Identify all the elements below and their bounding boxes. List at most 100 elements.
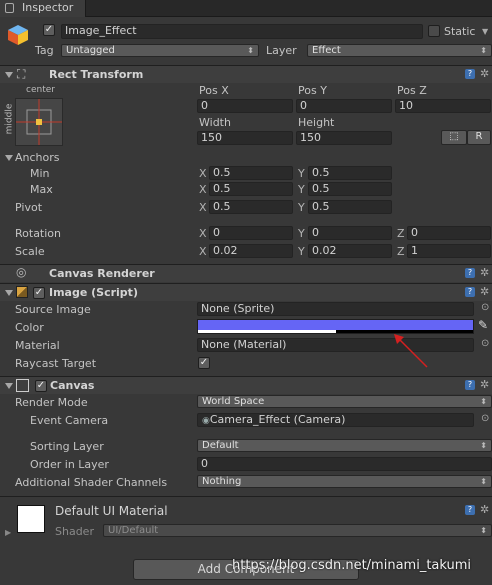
raycast-target-checkbox[interactable]: ✓ — [198, 357, 210, 369]
fold-arrow-icon[interactable] — [5, 72, 13, 78]
static-label: Static — [444, 25, 476, 38]
gear-icon[interactable]: ✲ — [480, 504, 489, 515]
anchor-h-label: center — [26, 85, 55, 95]
width-field[interactable]: 150 — [197, 131, 293, 145]
object-picker-icon[interactable]: ⊙ — [481, 302, 489, 313]
max-x-field[interactable]: 0.5 — [209, 182, 293, 196]
rect-transform-header[interactable]: ⛶ Rect Transform ? ✲ — [0, 65, 492, 83]
object-picker-icon[interactable]: ⊙ — [481, 413, 489, 424]
canvas-renderer-title: Canvas Renderer — [49, 267, 155, 280]
anchor-presets-button[interactable] — [15, 98, 63, 146]
raycast-target-label: Raycast Target — [15, 357, 97, 370]
static-dropdown-arrow-icon[interactable]: ▼ — [482, 27, 488, 36]
event-camera-field[interactable]: ◉Camera_Effect (Camera) — [197, 413, 474, 427]
posx-label: Pos X — [199, 84, 229, 97]
sorting-layer-dropdown[interactable]: Default ⬍ — [197, 439, 492, 452]
tab-inspector[interactable]: Inspector — [0, 0, 86, 17]
chevron-down-icon: ⬍ — [247, 46, 254, 55]
static-toggle[interactable] — [428, 25, 440, 37]
tab-inspector-label: Inspector — [22, 1, 74, 14]
image-enabled-toggle[interactable]: ✓ — [33, 287, 45, 299]
canvas-header[interactable]: ✓ Canvas ? ✲ — [0, 376, 492, 394]
min-y-field[interactable]: 0.5 — [308, 166, 392, 180]
color-label: Color — [15, 321, 44, 334]
anchors-fold-icon[interactable] — [5, 155, 13, 161]
material-field[interactable]: None (Material) — [197, 338, 474, 352]
raw-edit-button[interactable]: R — [467, 130, 491, 145]
chevron-down-icon: ⬍ — [480, 441, 487, 450]
active-toggle[interactable]: ✓ — [43, 24, 55, 36]
canvas-title: Canvas — [50, 379, 95, 392]
tag-dropdown[interactable]: Untagged ⬍ — [61, 44, 259, 57]
scale-label: Scale — [15, 245, 45, 258]
material-label: Material — [15, 339, 60, 352]
shader-dropdown[interactable]: UI/Default ⬍ — [103, 524, 492, 537]
shader-label: Shader — [55, 525, 94, 538]
help-icon[interactable]: ? — [465, 505, 475, 515]
help-icon[interactable]: ? — [465, 268, 475, 278]
gear-icon[interactable]: ✲ — [480, 68, 489, 79]
layer-dropdown[interactable]: Effect ⬍ — [307, 44, 492, 57]
gear-icon[interactable]: ✲ — [480, 267, 489, 278]
gear-icon[interactable]: ✲ — [480, 286, 489, 297]
order-in-layer-field[interactable]: 0 — [197, 457, 492, 471]
source-image-field[interactable]: None (Sprite) — [197, 302, 474, 316]
rot-x-field[interactable]: 0 — [209, 226, 293, 240]
pivot-label: Pivot — [15, 201, 43, 214]
object-picker-icon[interactable]: ⊙ — [481, 338, 489, 349]
color-swatch[interactable] — [197, 319, 474, 334]
render-mode-label: Render Mode — [15, 396, 88, 409]
rot-y-field[interactable]: 0 — [308, 226, 392, 240]
chevron-down-icon: ⬍ — [480, 477, 487, 486]
help-icon[interactable]: ? — [465, 287, 475, 297]
min-label: Min — [30, 167, 50, 180]
posx-field[interactable]: 0 — [197, 99, 293, 113]
tag-label: Tag — [35, 44, 54, 57]
rect-transform-icon: ⛶ — [17, 67, 26, 81]
rotation-label: Rotation — [15, 227, 62, 240]
image-component-icon — [16, 286, 28, 298]
material-fold-icon[interactable]: ▶ — [5, 528, 11, 537]
posy-label: Pos Y — [298, 84, 327, 97]
canvas-enabled-toggle[interactable]: ✓ — [35, 380, 47, 392]
pivot-y-field[interactable]: 0.5 — [308, 200, 392, 214]
gear-icon[interactable]: ✲ — [480, 379, 489, 390]
fold-arrow-icon[interactable] — [5, 290, 13, 296]
color-alpha-bar — [198, 330, 473, 333]
canvas-component-icon — [16, 379, 29, 392]
posy-field[interactable]: 0 — [296, 99, 392, 113]
eyedropper-icon[interactable]: ✎ — [478, 318, 488, 332]
scale-y-field[interactable]: 0.02 — [308, 244, 392, 258]
canvas-renderer-header[interactable]: ◎ Canvas Renderer ? ✲ — [0, 264, 492, 282]
rect-transform-title: Rect Transform — [49, 68, 144, 81]
image-script-title: Image (Script) — [49, 286, 138, 299]
max-label: Max — [30, 183, 53, 196]
width-label: Width — [199, 116, 231, 129]
min-x-field[interactable]: 0.5 — [209, 166, 293, 180]
help-icon[interactable]: ? — [465, 69, 475, 79]
pivot-x-field[interactable]: 0.5 — [209, 200, 293, 214]
image-script-header[interactable]: ✓ Image (Script) ? ✲ — [0, 283, 492, 301]
object-name-field[interactable]: Image_Effect — [61, 24, 423, 39]
help-icon[interactable]: ? — [465, 380, 475, 390]
max-x-label: X — [199, 183, 207, 196]
chevron-down-icon: ⬍ — [480, 46, 487, 55]
chevron-down-icon: ⬍ — [480, 397, 487, 406]
shader-channels-label: Additional Shader Channels — [15, 476, 168, 489]
divider — [0, 496, 492, 497]
max-y-field[interactable]: 0.5 — [308, 182, 392, 196]
posz-label: Pos Z — [397, 84, 427, 97]
render-mode-dropdown[interactable]: World Space ⬍ — [197, 395, 492, 408]
posz-field[interactable]: 10 — [395, 99, 491, 113]
height-field[interactable]: 150 — [296, 131, 392, 145]
shader-channels-dropdown[interactable]: Nothing ⬍ — [197, 475, 492, 488]
anchors-label: Anchors — [15, 151, 60, 164]
fold-arrow-icon[interactable] — [5, 383, 13, 389]
scale-z-field[interactable]: 1 — [407, 244, 491, 258]
blueprint-mode-button[interactable]: ⬚ — [441, 130, 467, 145]
tab-bar: Inspector — [0, 0, 492, 17]
rot-z-field[interactable]: 0 — [407, 226, 491, 240]
scale-x-field[interactable]: 0.02 — [209, 244, 293, 258]
max-y-label: Y — [298, 183, 305, 196]
source-image-label: Source Image — [15, 303, 91, 316]
